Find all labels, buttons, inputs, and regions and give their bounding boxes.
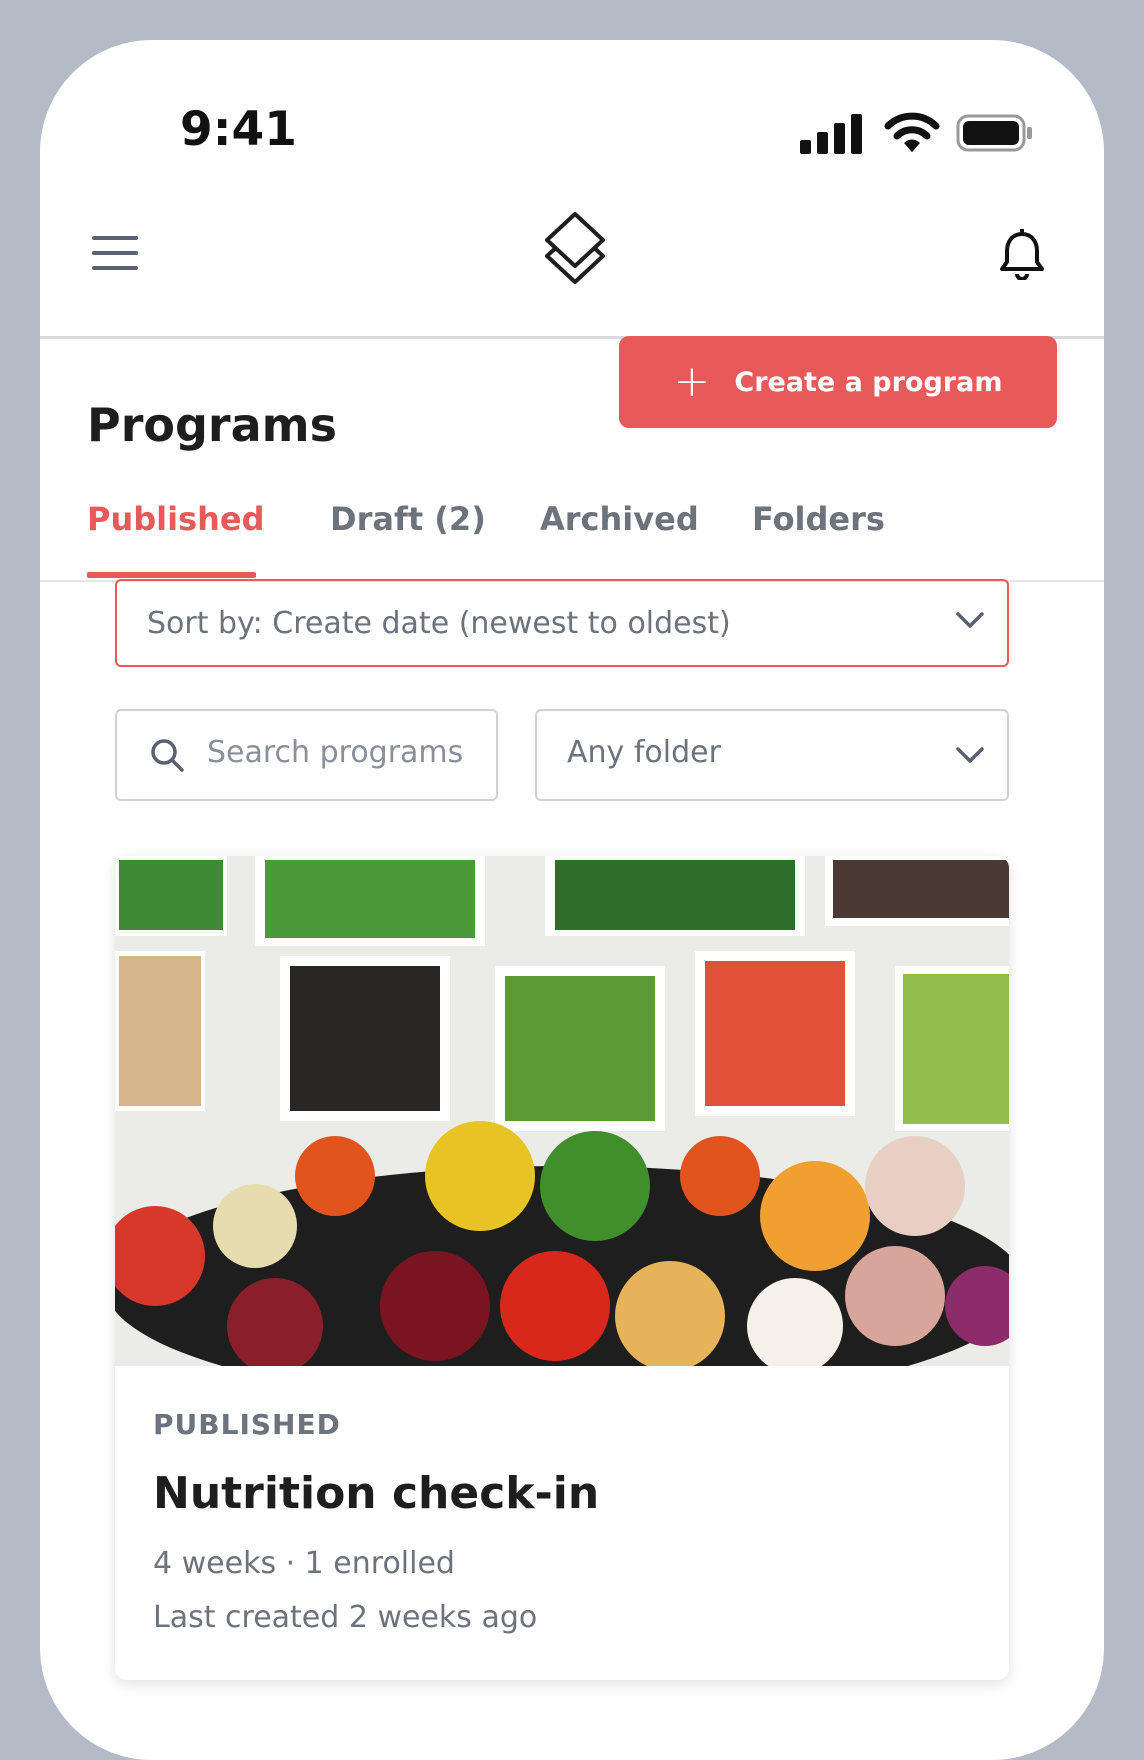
app-logo-icon [545,212,605,284]
top-nav [40,190,1104,339]
create-program-label: Create a program [734,366,1003,398]
tab-archived[interactable]: Archived [540,500,699,538]
signal-icon [800,114,862,154]
program-card[interactable]: PUBLISHED Nutrition check-in 4 weeks · 1… [115,856,1009,1680]
sort-select[interactable]: Sort by: Create date (newest to oldest) [115,579,1009,667]
sort-select-label: Sort by: Create date (newest to oldest) [147,605,731,641]
tab-draft[interactable]: Draft (2) [330,500,486,538]
search-input[interactable]: Search programs [115,709,498,801]
phone-frame: 9:41 Programs + Create a program Publish… [0,0,1144,1760]
hamburger-menu-icon[interactable] [92,236,138,272]
create-program-button[interactable]: + Create a program [619,336,1057,428]
page-title: Programs [87,398,337,452]
program-meta: 4 weeks · 1 enrolled [153,1546,455,1581]
chevron-down-icon [956,747,984,763]
program-tabs: Published Draft (2) Archived Folders [40,500,1104,582]
tab-published[interactable]: Published [87,500,265,538]
program-status: PUBLISHED [153,1408,341,1441]
program-updated: Last created 2 weeks ago [153,1600,538,1635]
program-title: Nutrition check-in [153,1468,600,1519]
program-cover-image [115,856,1009,1366]
search-icon [151,739,184,772]
bell-icon[interactable] [998,228,1046,280]
battery-icon [956,114,1032,152]
active-tab-indicator [87,572,256,578]
folder-select-label: Any folder [567,735,721,770]
app-screen: 9:41 Programs + Create a program Publish… [40,40,1104,1760]
wifi-icon [884,112,940,152]
plus-icon: + [673,356,711,407]
tab-folders[interactable]: Folders [752,500,885,538]
status-time: 9:41 [180,102,297,157]
folder-select[interactable]: Any folder [535,709,1009,801]
search-placeholder: Search programs [207,735,464,770]
chevron-down-icon [956,612,984,628]
